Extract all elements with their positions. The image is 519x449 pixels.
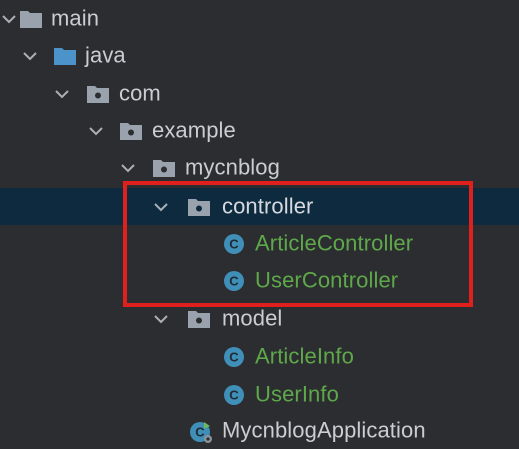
class-icon: C	[222, 346, 246, 368]
tree-node-label: MycnblogApplication	[222, 416, 426, 442]
chevron-down-icon[interactable]	[53, 85, 71, 103]
tree-node-model[interactable]: model	[0, 300, 519, 337]
tree-node-mycnblog[interactable]: mycnblog	[0, 149, 519, 186]
tree-node-label: main	[51, 4, 100, 30]
package-icon	[152, 157, 176, 179]
project-tree: main java com example mycnblog controlle…	[0, 0, 519, 449]
tree-node-mycnblog-application[interactable]: C MycnblogApplication	[0, 412, 519, 449]
tree-node-label: UserController	[255, 266, 399, 292]
tree-node-controller[interactable]: controller	[0, 188, 519, 225]
spring-boot-class-icon: C	[187, 420, 215, 443]
tree-node-label: ArticleInfo	[255, 342, 354, 368]
tree-node-example[interactable]: example	[0, 112, 519, 149]
chevron-down-icon[interactable]	[119, 159, 137, 177]
class-icon: C	[222, 270, 246, 292]
tree-node-label: com	[119, 79, 161, 105]
tree-node-label: java	[85, 41, 126, 67]
tree-node-user-controller[interactable]: C UserController	[0, 262, 519, 299]
chevron-down-icon[interactable]	[152, 198, 170, 216]
tree-node-article-info[interactable]: C ArticleInfo	[0, 338, 519, 375]
svg-text:C: C	[229, 387, 239, 402]
tree-node-label: ArticleController	[255, 229, 414, 255]
tree-node-java[interactable]: java	[0, 37, 519, 74]
tree-node-label: example	[152, 116, 236, 142]
tree-node-label: model	[222, 304, 283, 330]
tree-node-label: mycnblog	[185, 153, 280, 179]
svg-text:C: C	[229, 273, 239, 288]
tree-node-label: controller	[222, 192, 314, 218]
chevron-down-icon[interactable]	[0, 10, 18, 28]
tree-node-label: UserInfo	[255, 380, 339, 406]
chevron-down-icon[interactable]	[152, 310, 170, 328]
svg-text:C: C	[195, 424, 205, 439]
class-icon: C	[222, 384, 246, 406]
chevron-down-icon[interactable]	[21, 47, 39, 65]
svg-text:C: C	[229, 236, 239, 251]
svg-text:C: C	[229, 349, 239, 364]
package-icon	[119, 120, 143, 142]
package-icon	[187, 308, 211, 330]
package-icon	[86, 83, 110, 105]
class-icon: C	[222, 233, 246, 255]
chevron-down-icon[interactable]	[87, 122, 105, 140]
source-folder-icon	[53, 45, 77, 67]
folder-icon	[19, 8, 43, 30]
tree-node-user-info[interactable]: C UserInfo	[0, 376, 519, 413]
package-icon	[187, 196, 211, 218]
tree-node-com[interactable]: com	[0, 75, 519, 112]
tree-node-main[interactable]: main	[0, 0, 519, 37]
tree-node-article-controller[interactable]: C ArticleController	[0, 225, 519, 262]
